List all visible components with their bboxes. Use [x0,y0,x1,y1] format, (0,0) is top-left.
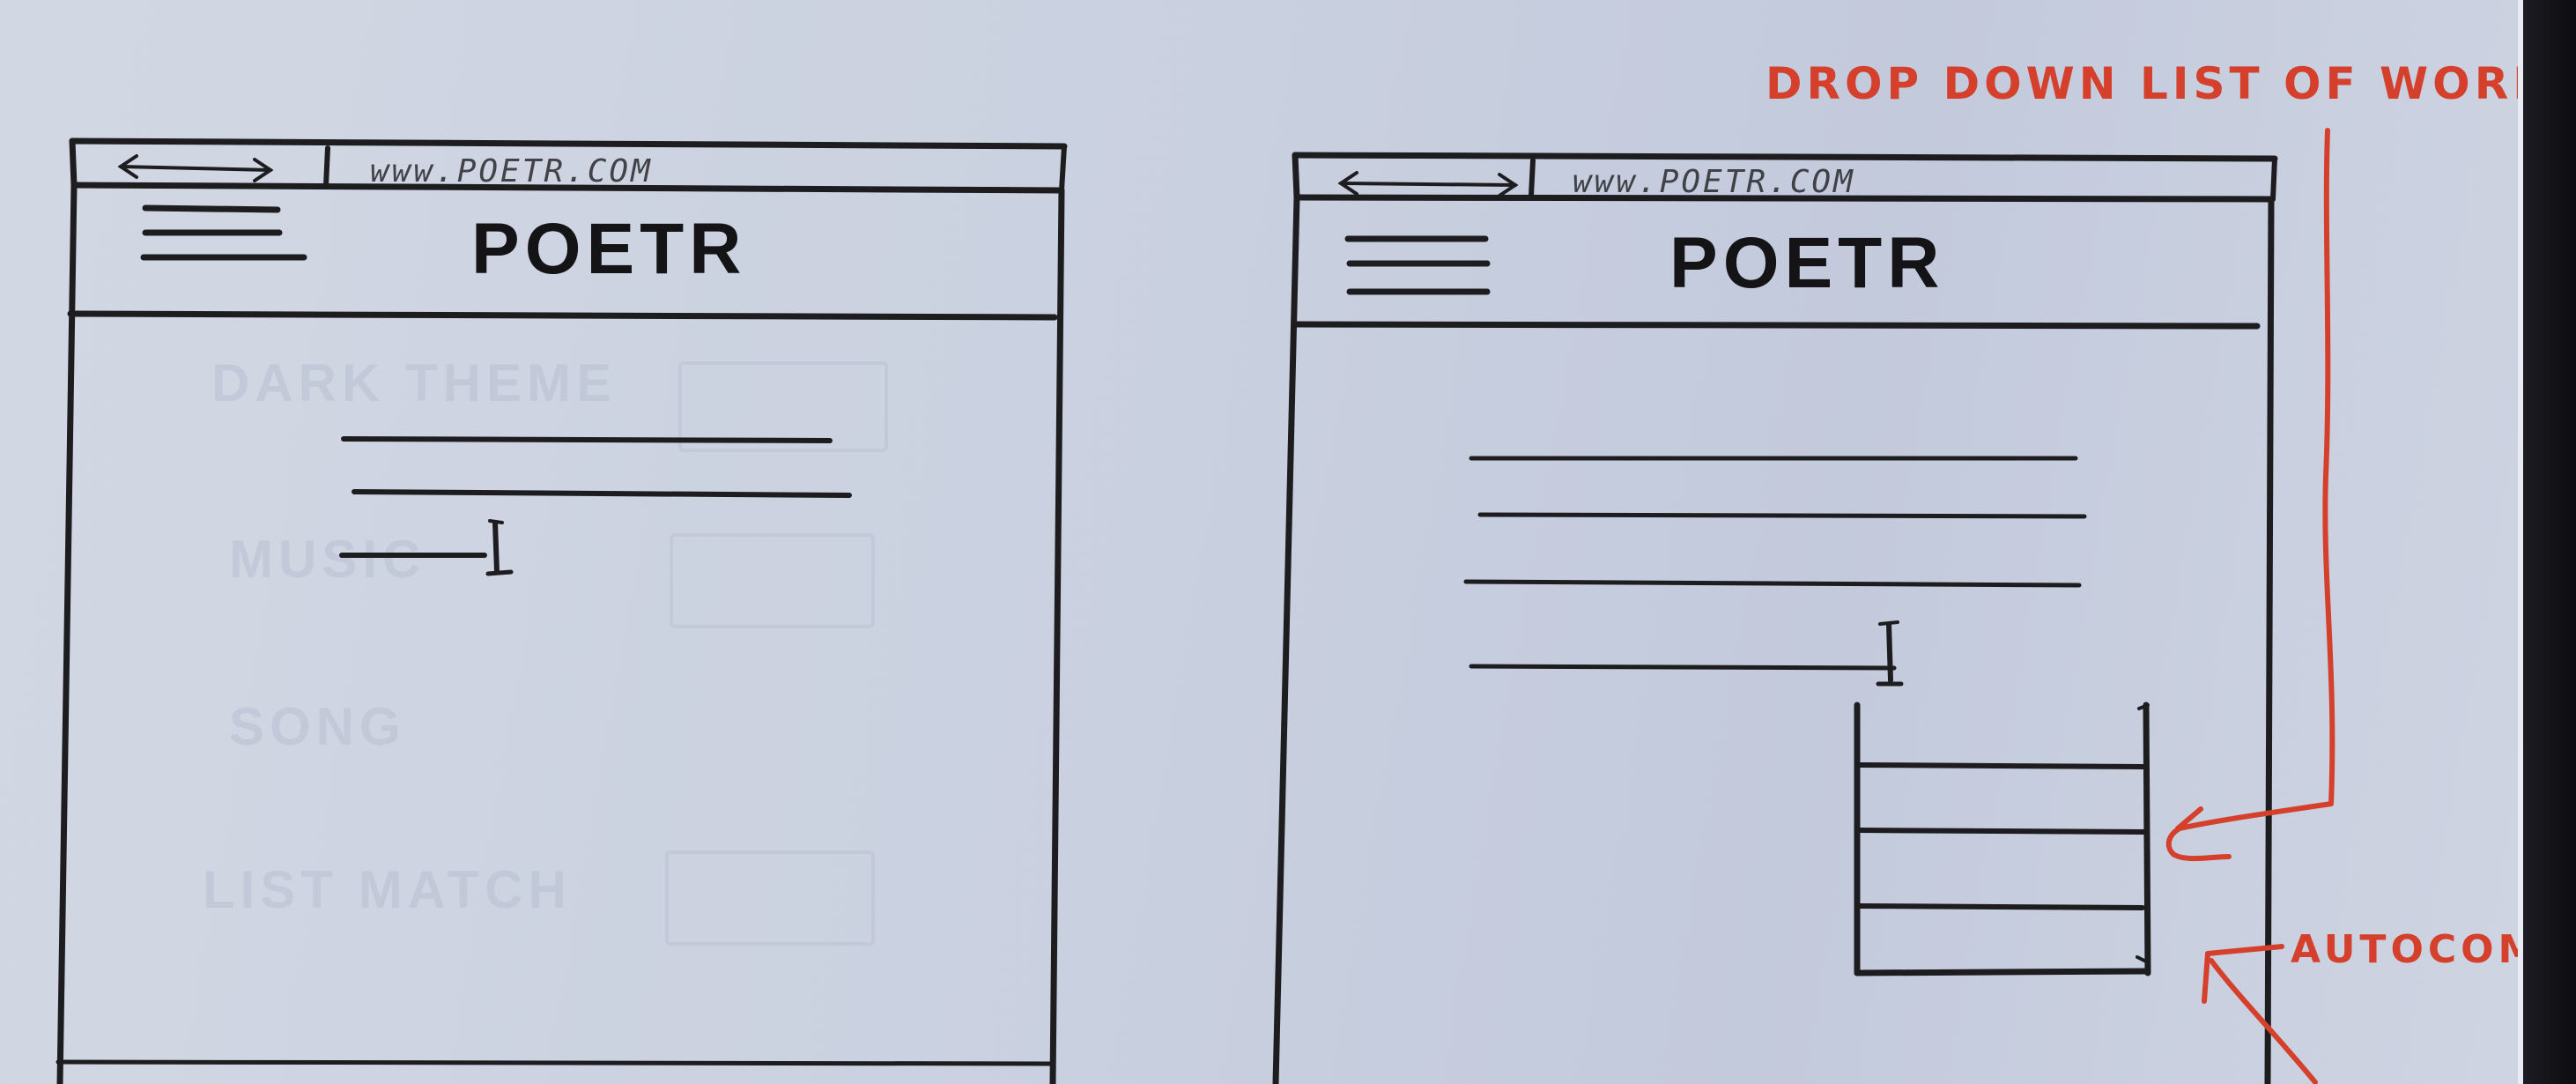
text-input-area[interactable] [335,414,863,590]
address-bar[interactable]: www.POETR.COM [370,153,653,189]
dropdown-item-divider [1856,903,2145,910]
text-cursor-icon [485,519,514,576]
annotation-arrow-autocomplete [2202,944,2318,1084]
dropdown-item-divider [1858,762,2145,769]
back-forward-arrows-icon-right[interactable] [1330,157,1524,201]
autocomplete-dropdown[interactable] [1841,696,2158,987]
back-forward-arrows-icon[interactable] [110,145,286,189]
app-title-right: POETR [1669,223,1945,303]
annotation-dropdown-label: DROP DOWN LIST OF WORDS [1765,58,2576,109]
dropdown-item-divider [1854,828,2147,835]
hamburger-menu-icon[interactable] [137,194,313,282]
annotation-arrow-dropdown [2165,128,2335,862]
text-cursor-icon-right [1876,620,1904,687]
dark-background-edge [2523,0,2576,1084]
address-bar-right[interactable]: www.POETR.COM [1573,164,1855,200]
text-input-area-right[interactable] [1462,441,2079,687]
hamburger-menu-icon-right[interactable] [1339,216,1515,313]
app-title: POETR [471,209,747,289]
